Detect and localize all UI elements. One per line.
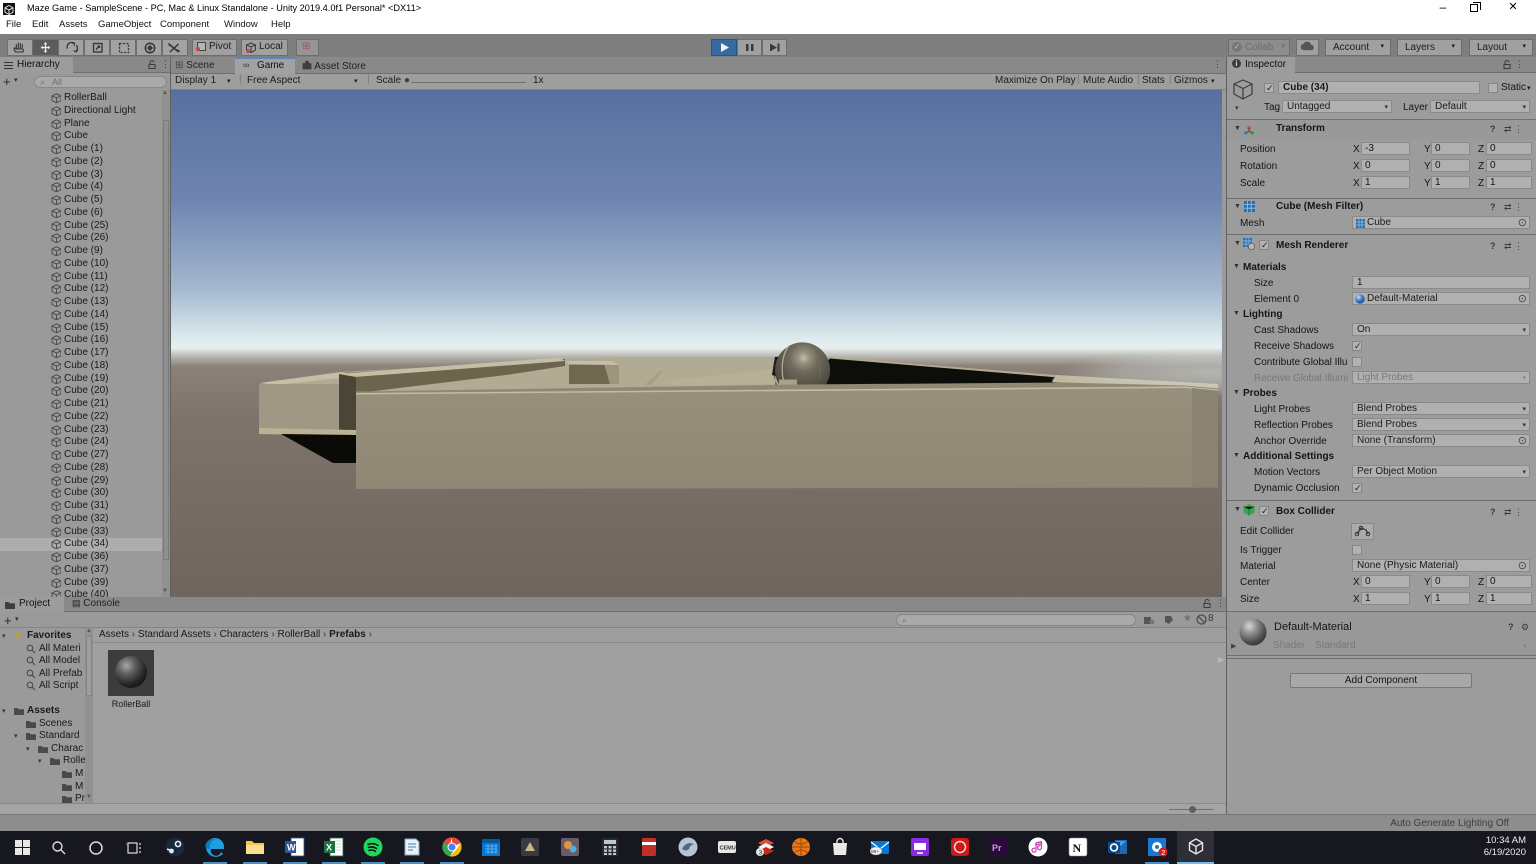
svg-text:2: 2 (1161, 848, 1165, 857)
svg-text:CEMU: CEMU (720, 846, 736, 852)
svg-text:99+: 99+ (871, 849, 879, 855)
svg-text:3: 3 (759, 850, 763, 857)
svg-text:N: N (1073, 841, 1082, 855)
svg-text:X: X (326, 843, 332, 853)
svg-text:W: W (287, 843, 296, 853)
svg-text:Pr: Pr (992, 843, 1002, 853)
